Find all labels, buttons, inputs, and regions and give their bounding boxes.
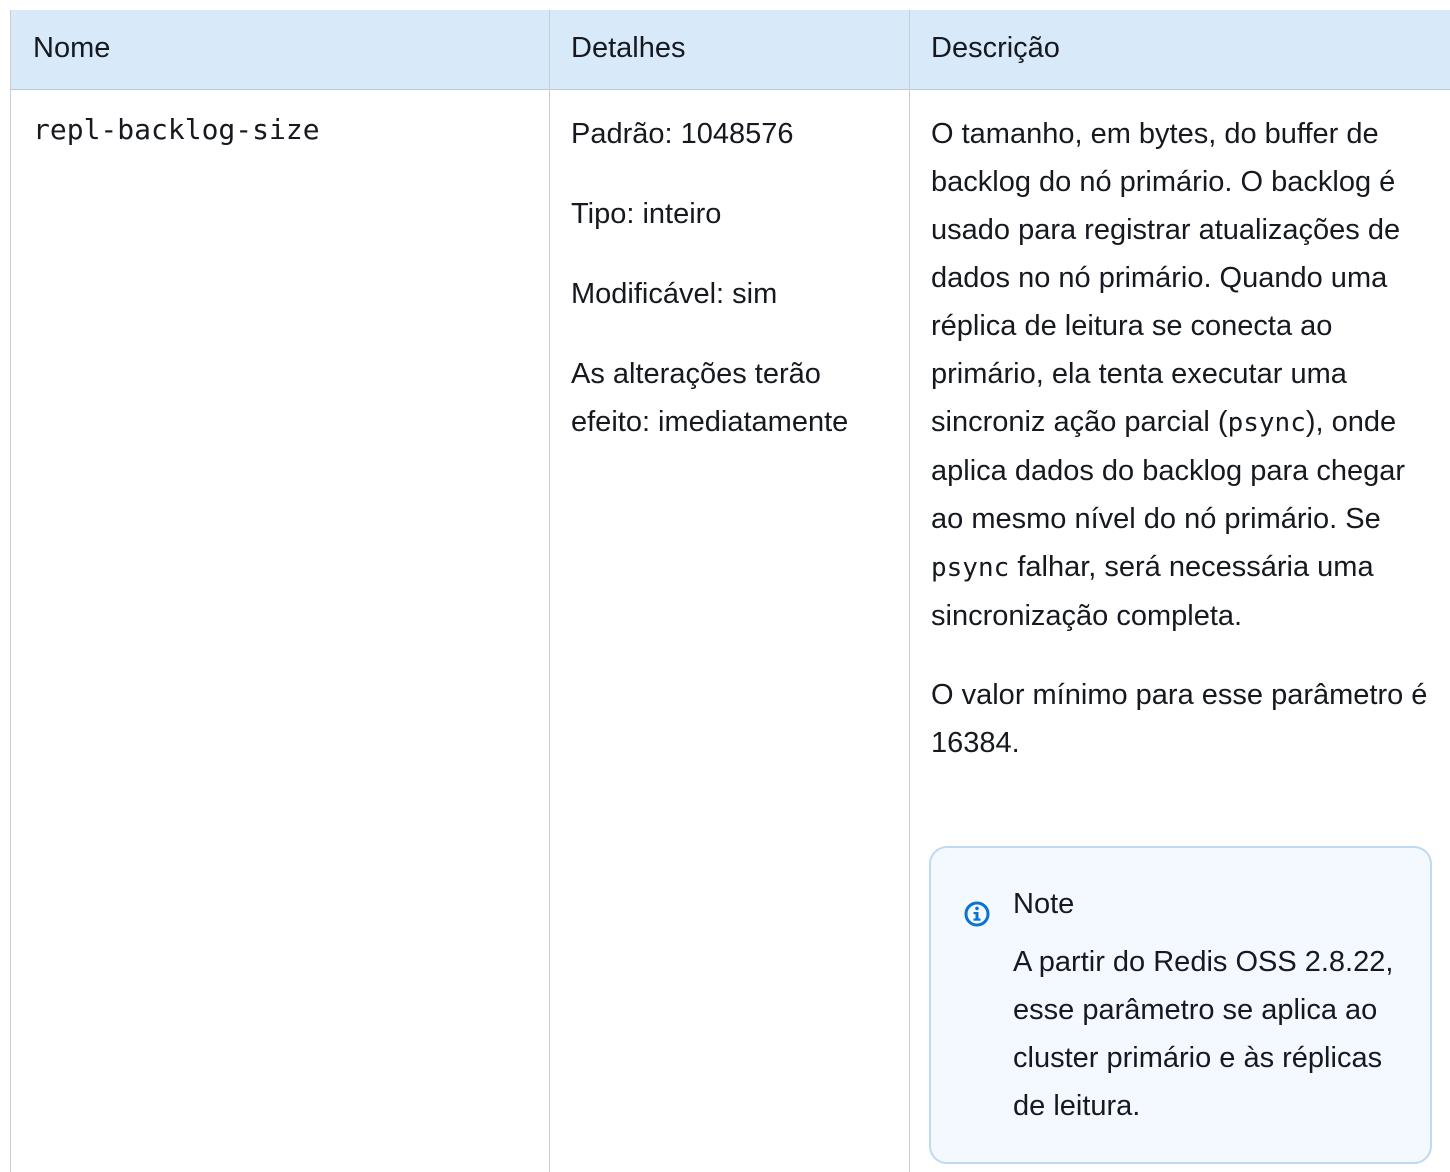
modifiable-value: Modificável: sim — [571, 278, 778, 310]
parameter-details: Padrão: 1048576 Tipo: inteiro Modificáve… — [571, 110, 891, 446]
header-name: Nome — [33, 32, 111, 64]
description-text: O tamanho, em bytes, do buffer de backlo… — [931, 118, 1401, 438]
table-header: Nome Detalhes Descrição — [11, 10, 1450, 90]
note-title: Note — [1013, 888, 1075, 920]
psync-code: psync — [931, 553, 1010, 583]
parameter-name: repl-backlog-size — [33, 113, 320, 146]
default-value: Padrão: 1048576 — [571, 118, 794, 150]
type-value: Tipo: inteiro — [571, 198, 722, 230]
psync-code: psync — [1227, 408, 1306, 438]
column-divider — [909, 10, 910, 1172]
header-description: Descrição — [931, 32, 1060, 64]
header-details: Detalhes — [571, 32, 686, 64]
column-divider — [549, 10, 550, 1172]
note-body: A partir do Redis OSS 2.8.22, esse parâm… — [1013, 946, 1394, 1122]
effect-line-1: As alterações terão — [571, 358, 821, 390]
effect-line-2: efeito: imediatamente — [571, 406, 849, 438]
minimum-value-text: O valor mínimo para esse parâmetro é 163… — [931, 679, 1428, 759]
parameter-table: Nome Detalhes Descrição repl-backlog-siz… — [10, 10, 1450, 1172]
description-paragraph: O tamanho, em bytes, do buffer de backlo… — [931, 110, 1431, 640]
info-icon — [964, 901, 990, 927]
note-box: Note A partir do Redis OSS 2.8.22, esse … — [929, 846, 1432, 1164]
parameter-description: O tamanho, em bytes, do buffer de backlo… — [931, 110, 1431, 798]
